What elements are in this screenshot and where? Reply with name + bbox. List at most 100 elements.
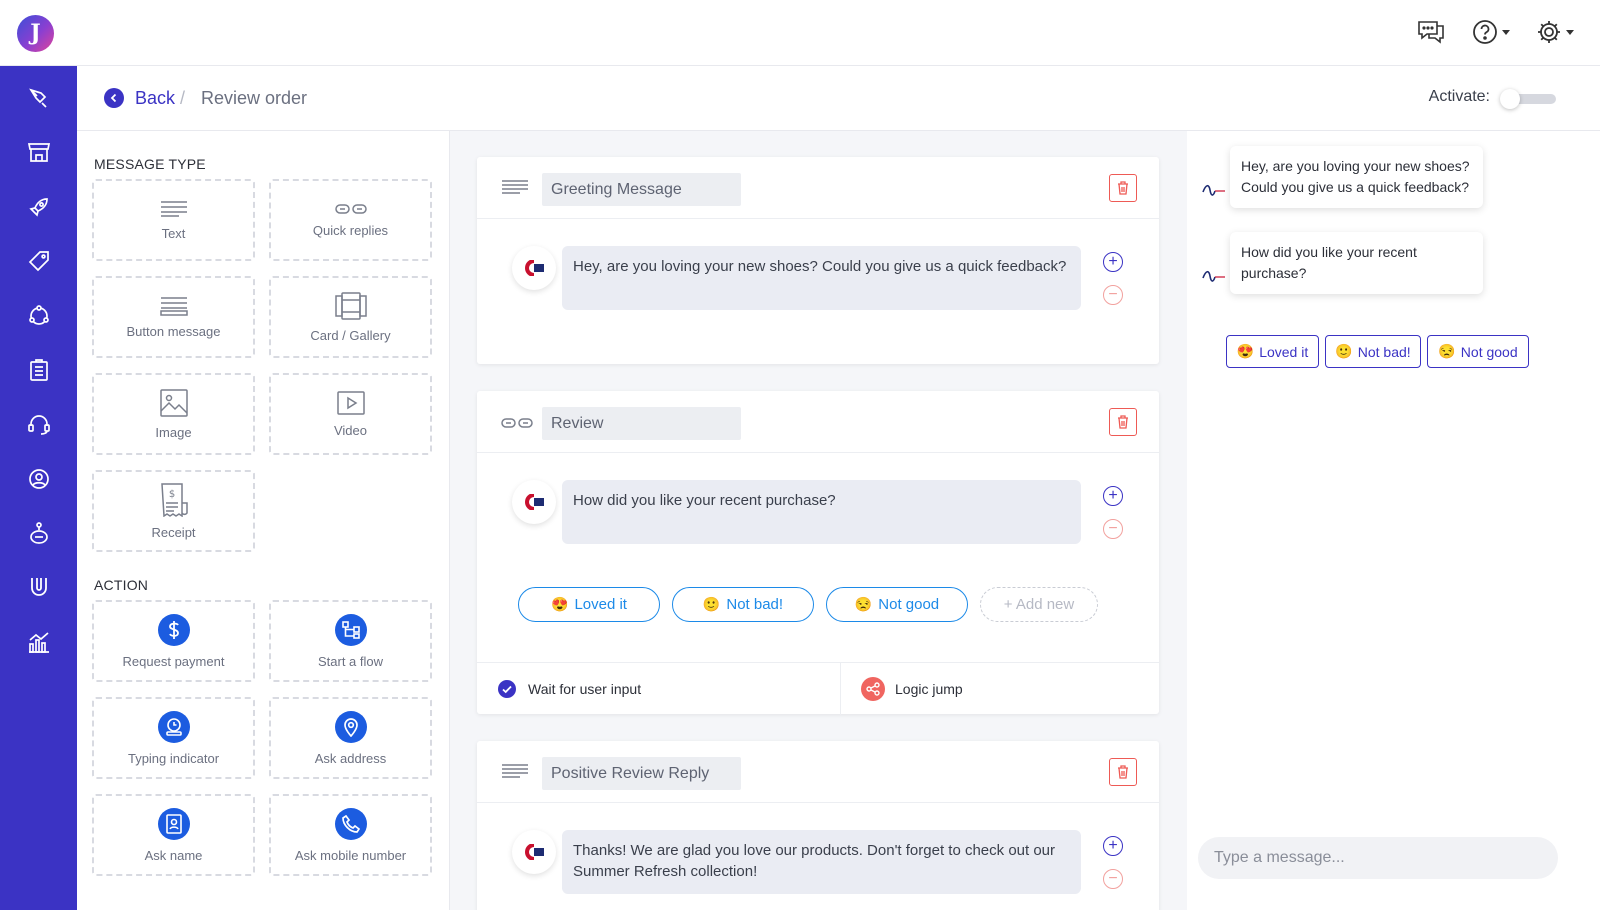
- message-input[interactable]: [1198, 837, 1558, 879]
- card-header: Greeting Message: [477, 157, 1159, 219]
- card-title-field[interactable]: Positive Review Reply: [542, 757, 741, 790]
- sidebar-item-launch[interactable]: [0, 187, 77, 227]
- tile-label: Ask address: [314, 750, 387, 766]
- tile-receipt[interactable]: $ Receipt: [92, 470, 255, 552]
- settings-menu[interactable]: [1536, 19, 1574, 45]
- delete-card-button[interactable]: [1109, 174, 1137, 202]
- quick-reply-not-good[interactable]: 😒 Not good: [826, 587, 968, 622]
- card-header: Review: [477, 391, 1159, 453]
- sidebar-item-customers[interactable]: [0, 459, 77, 499]
- help-menu[interactable]: [1472, 19, 1510, 45]
- remove-message-button[interactable]: −: [1103, 519, 1123, 539]
- sidebar-item-bot[interactable]: [0, 513, 77, 553]
- brand-avatar: [1202, 270, 1225, 282]
- card-title-field[interactable]: Greeting Message: [542, 173, 741, 206]
- trash-icon: [1118, 181, 1128, 195]
- brand-avatar: [512, 246, 556, 290]
- sidebar-item-builder[interactable]: [0, 78, 77, 118]
- unamused-emoji-icon: 😒: [854, 596, 873, 612]
- magnet-icon: [30, 578, 47, 596]
- add-quick-reply-button[interactable]: + Add new: [980, 587, 1098, 622]
- store-icon: [27, 143, 50, 162]
- app-logo[interactable]: J: [17, 15, 54, 52]
- breadcrumb: Back / Review order Activate:: [77, 66, 1600, 131]
- wait-for-input-checkbox[interactable]: Wait for user input: [498, 680, 641, 698]
- add-message-button[interactable]: +: [1103, 252, 1123, 272]
- tile-request-payment[interactable]: Request payment: [92, 600, 255, 682]
- phone-icon: [334, 807, 367, 840]
- tile-video[interactable]: Video: [269, 373, 432, 455]
- receipt-icon: $: [160, 482, 188, 517]
- element-palette: MESSAGE TYPE Text Quick replies Button m…: [77, 131, 450, 910]
- chat-preview: Hey, are you loving your new shoes? Coul…: [1187, 131, 1600, 910]
- tile-button-message[interactable]: Button message: [92, 276, 255, 358]
- flow-icon: [334, 613, 367, 646]
- preview-quick-reply-not-good[interactable]: 😒 Not good: [1427, 335, 1529, 368]
- tile-ask-mobile-number[interactable]: Ask mobile number: [269, 794, 432, 876]
- badge-icon: [157, 807, 190, 840]
- tile-label: Ask name: [144, 847, 203, 863]
- analytics-icon: [28, 632, 49, 653]
- sidebar: [0, 66, 77, 910]
- tile-typing-indicator[interactable]: Typing indicator: [92, 697, 255, 779]
- logic-jump-label: Logic jump: [895, 681, 963, 697]
- sidebar-item-analytics[interactable]: [0, 622, 77, 662]
- message-bubble[interactable]: Thanks! We are glad you love our product…: [562, 830, 1081, 894]
- add-message-button[interactable]: +: [1103, 486, 1123, 506]
- quick-reply-label: Not bad!: [726, 596, 784, 613]
- remove-message-button[interactable]: −: [1103, 869, 1123, 889]
- sidebar-item-orders[interactable]: [0, 350, 77, 390]
- headset-icon: [27, 415, 50, 435]
- tile-ask-name[interactable]: Ask name: [92, 794, 255, 876]
- card-title-field[interactable]: Review: [542, 407, 741, 440]
- tile-label: Start a flow: [317, 653, 384, 669]
- brand-avatar: [1202, 184, 1225, 196]
- card-footer: Wait for user input Logic jump: [477, 662, 1159, 715]
- preview-quick-reply-loved-it[interactable]: 😍 Loved it: [1226, 335, 1319, 368]
- delete-card-button[interactable]: [1109, 408, 1137, 436]
- flow-card-review: Review How did you like your recent purc…: [477, 391, 1159, 715]
- svg-text:$: $: [168, 489, 174, 500]
- tile-start-flow[interactable]: Start a flow: [269, 600, 432, 682]
- tile-ask-address[interactable]: Ask address: [269, 697, 432, 779]
- activate-toggle[interactable]: [1500, 89, 1557, 109]
- preview-quick-reply-not-bad[interactable]: 🙂 Not bad!: [1325, 335, 1421, 368]
- text-lines-icon: [160, 200, 187, 217]
- quick-replies-icon: [501, 418, 533, 428]
- message-bubble[interactable]: Hey, are you loving your new shoes? Coul…: [562, 246, 1081, 310]
- text-lines-icon: [502, 180, 528, 194]
- unamused-emoji-icon: 😒: [1438, 343, 1456, 359]
- trash-icon: [1118, 415, 1128, 429]
- tile-text[interactable]: Text: [92, 179, 255, 261]
- message-bubble[interactable]: How did you like your recent purchase?: [562, 480, 1081, 544]
- logic-jump-button[interactable]: Logic jump: [861, 677, 963, 701]
- settings-icon: [1538, 21, 1560, 43]
- sidebar-item-tags[interactable]: [0, 241, 77, 281]
- quick-reply-label: Loved it: [574, 596, 627, 613]
- flow-canvas[interactable]: Greeting Message Hey, are you loving you…: [450, 131, 1187, 910]
- quick-reply-not-bad[interactable]: 🙂 Not bad!: [672, 587, 814, 622]
- delete-card-button[interactable]: [1109, 758, 1137, 786]
- quick-replies-icon: [334, 203, 367, 214]
- help-icon: [1473, 20, 1497, 44]
- flow-card-positive-reply: Positive Review Reply Thanks! We are gla…: [477, 741, 1159, 910]
- activate-label: Activate:: [1428, 88, 1490, 105]
- quick-reply-loved-it[interactable]: 😍 Loved it: [518, 587, 660, 622]
- remove-message-button[interactable]: −: [1103, 285, 1123, 305]
- card-header: Positive Review Reply: [477, 741, 1159, 803]
- sidebar-item-magnet[interactable]: [0, 568, 77, 608]
- tile-quick-replies[interactable]: Quick replies: [269, 179, 432, 261]
- back-button[interactable]: [104, 88, 124, 108]
- check-circle-icon: [498, 680, 516, 698]
- add-message-button[interactable]: +: [1103, 836, 1123, 856]
- back-link[interactable]: Back: [135, 88, 175, 109]
- tile-image[interactable]: Image: [92, 373, 255, 455]
- sidebar-item-support[interactable]: [0, 404, 77, 444]
- sidebar-item-store[interactable]: [0, 132, 77, 172]
- preview-message: Hey, are you loving your new shoes? Coul…: [1230, 146, 1483, 208]
- chat-button[interactable]: [1416, 18, 1446, 46]
- tile-card-gallery[interactable]: Card / Gallery: [269, 276, 432, 358]
- tile-label: Card / Gallery: [310, 327, 391, 343]
- brand-avatar: [512, 830, 556, 874]
- sidebar-item-integrations[interactable]: [0, 296, 77, 336]
